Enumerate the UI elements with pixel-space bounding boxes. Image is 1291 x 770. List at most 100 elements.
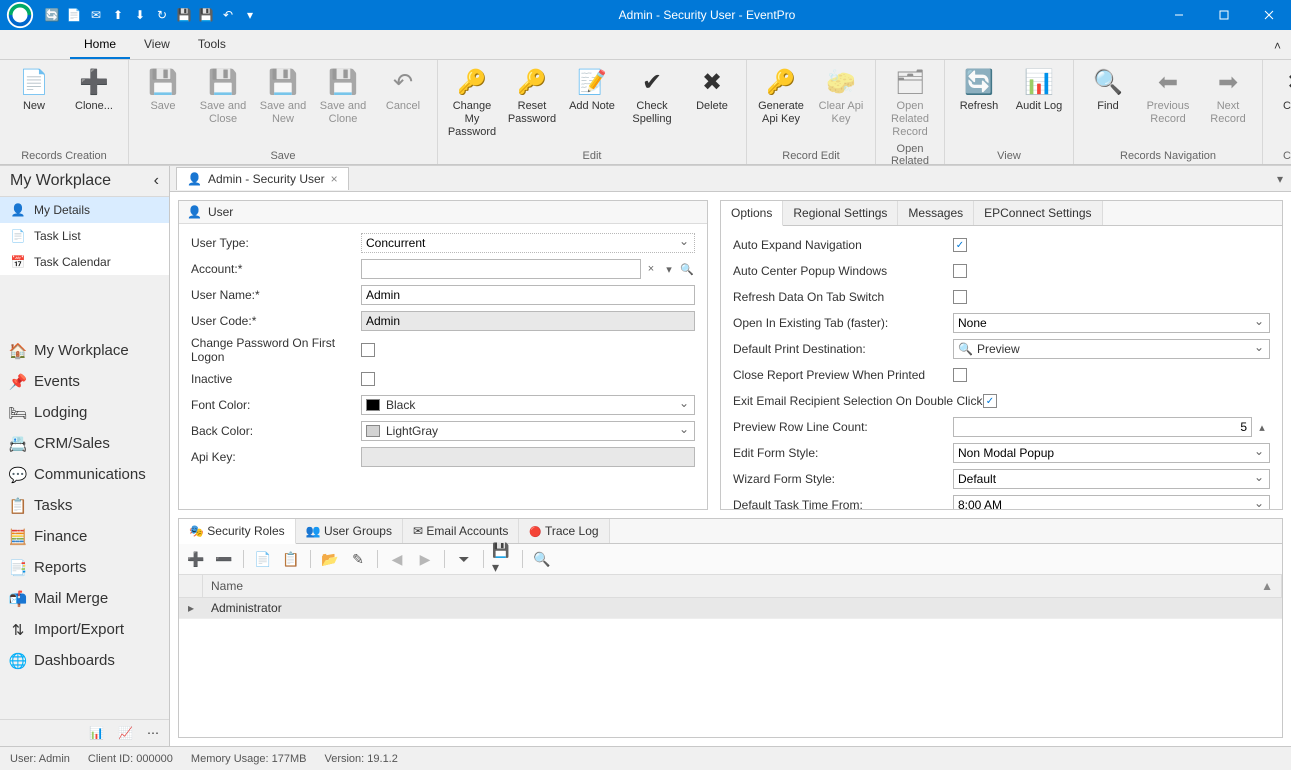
section-events[interactable]: 📌Events [0, 366, 169, 397]
doc-tab-admin-security-user[interactable]: Admin - Security User × [176, 167, 349, 190]
section-tasks[interactable]: 📋Tasks [0, 490, 169, 521]
tb-open-icon[interactable]: 📂 [319, 548, 341, 570]
tb-edit-icon[interactable]: ✎ [347, 548, 369, 570]
preview-count-label: Preview Row Line Count: [733, 420, 953, 434]
ribbon-add-note-button[interactable]: 📝Add Note [564, 64, 620, 115]
qat-down-icon[interactable]: ⬇ [132, 7, 148, 23]
tb-search-icon[interactable]: 🔍 [531, 548, 553, 570]
nav-my-details[interactable]: 👤My Details [0, 197, 169, 223]
status-version: Version: 19.1.2 [324, 753, 397, 765]
section-lodging[interactable]: 🛏Lodging [0, 397, 169, 428]
doc-tabs-dropdown-icon[interactable]: ▾ [1277, 172, 1291, 186]
detail-tab-trace-log[interactable]: Trace Log [519, 519, 609, 543]
find-icon: 🔍 [1092, 66, 1124, 98]
auto-expand-checkbox[interactable]: ✓ [953, 238, 967, 252]
nav-task-calendar[interactable]: 📅Task Calendar [0, 249, 169, 275]
qat-dropdown-icon[interactable]: ▾ [242, 7, 258, 23]
ribbon-change-my-password-button[interactable]: 🔑Change My Password [444, 64, 500, 141]
options-tab-epconnect-settings[interactable]: EPConnect Settings [974, 201, 1102, 225]
ribbon-delete-button[interactable]: ✖Delete [684, 64, 740, 115]
refresh-tab-checkbox[interactable] [953, 290, 967, 304]
wizard-form-select[interactable] [953, 469, 1270, 489]
change-pwd-checkbox[interactable] [361, 343, 375, 357]
status-bar: User: Admin Client ID: 000000 Memory Usa… [0, 746, 1291, 770]
font-color-select[interactable]: Black [361, 395, 695, 415]
nav-task-list[interactable]: 📄Task List [0, 223, 169, 249]
detail-tab-security-roles[interactable]: Security Roles [179, 519, 296, 544]
ribbon-new-button[interactable]: 📄New [6, 64, 62, 115]
exit-email-checkbox[interactable]: ✓ [983, 394, 997, 408]
stats-icon[interactable]: 📈 [118, 726, 133, 740]
spin-up-icon[interactable]: ▴ [1254, 419, 1270, 435]
chart-icon[interactable]: 📊 [89, 726, 104, 740]
account-input[interactable] [361, 259, 641, 279]
options-tab-regional-settings[interactable]: Regional Settings [783, 201, 898, 225]
grid-row[interactable]: ▸ Administrator [179, 598, 1282, 619]
back-color-select[interactable]: LightGray [361, 421, 695, 441]
section-reports[interactable]: 📑Reports [0, 552, 169, 583]
tb-filter-icon[interactable]: ⏷ [453, 548, 475, 570]
audit-log-icon: 📊 [1023, 66, 1055, 98]
account-dropdown-icon[interactable]: ▾ [661, 261, 677, 277]
account-lookup-icon[interactable]: 🔍 [679, 261, 695, 277]
maximize-button[interactable] [1201, 0, 1246, 30]
qat-refresh-icon[interactable]: 🔄 [44, 7, 60, 23]
qat-up-icon[interactable]: ⬆ [110, 7, 126, 23]
qat-mail-icon[interactable]: ✉ [88, 7, 104, 23]
edit-form-select[interactable] [953, 443, 1270, 463]
close-button[interactable] [1246, 0, 1291, 30]
preview-count-input[interactable] [953, 417, 1252, 437]
ribbon-refresh-button[interactable]: 🔄Refresh [951, 64, 1007, 115]
ribbon-audit-log-button[interactable]: 📊Audit Log [1011, 64, 1067, 115]
account-clear-icon[interactable]: × [643, 261, 659, 277]
ribbon-reset-password-button[interactable]: 🔑Reset Password [504, 64, 560, 128]
menu-view[interactable]: View [130, 31, 184, 59]
inactive-checkbox[interactable] [361, 372, 375, 386]
ribbon-clone--button[interactable]: ➕Clone... [66, 64, 122, 115]
section-mail-merge[interactable]: 📬Mail Merge [0, 583, 169, 614]
qat-save-icon[interactable]: 💾 [176, 7, 192, 23]
security-roles-icon [189, 524, 204, 538]
task-from-input[interactable] [953, 495, 1270, 509]
ribbon-collapse-icon[interactable]: ˄ [1264, 33, 1291, 59]
open-existing-select[interactable] [953, 313, 1270, 333]
menu-home[interactable]: Home [70, 31, 130, 59]
user-code-label: User Code:* [191, 314, 361, 328]
detail-tab-email-accounts[interactable]: Email Accounts [403, 519, 519, 543]
print-dest-select[interactable]: 🔍Preview [953, 339, 1270, 359]
tab-close-icon[interactable]: × [331, 172, 338, 186]
tb-remove-icon[interactable]: ➖ [213, 548, 235, 570]
section-communications[interactable]: 💬Communications [0, 459, 169, 490]
ribbon-find-button[interactable]: 🔍Find [1080, 64, 1136, 115]
tb-add-icon[interactable]: ➕ [185, 548, 207, 570]
ribbon-close-button[interactable]: ✖Close [1269, 64, 1291, 115]
more-icon[interactable]: ⋯ [147, 726, 159, 740]
section-crm-sales[interactable]: 📇CRM/Sales [0, 428, 169, 459]
section-finance[interactable]: 🧮Finance [0, 521, 169, 552]
auto-center-checkbox[interactable] [953, 264, 967, 278]
tb-export-icon[interactable]: 💾▾ [492, 548, 514, 570]
section-import-export[interactable]: ⇅Import/Export [0, 614, 169, 645]
close-preview-checkbox[interactable] [953, 368, 967, 382]
sidebar-collapse-icon[interactable]: ‹ [154, 172, 159, 190]
user-name-input[interactable] [361, 285, 695, 305]
grid-header-name[interactable]: Name▲ [203, 575, 1282, 597]
options-tab-messages[interactable]: Messages [898, 201, 974, 225]
options-panel: OptionsRegional SettingsMessagesEPConnec… [720, 200, 1283, 510]
qat-new-icon[interactable]: 📄 [66, 7, 82, 23]
qat-saveall-icon[interactable]: 💾 [198, 7, 214, 23]
minimize-button[interactable] [1156, 0, 1201, 30]
section-dashboards[interactable]: 🌐Dashboards [0, 645, 169, 676]
qat-undo-icon[interactable]: ↶ [220, 7, 236, 23]
user-type-select[interactable] [361, 233, 695, 253]
ribbon-generate-api-key-button[interactable]: 🔑Generate Api Key [753, 64, 809, 128]
detail-tab-user-groups[interactable]: User Groups [296, 519, 403, 543]
options-tab-options[interactable]: Options [721, 201, 783, 226]
tb-paste-icon[interactable]: 📋 [280, 548, 302, 570]
qat-reload-icon[interactable]: ↻ [154, 7, 170, 23]
menu-tools[interactable]: Tools [184, 31, 240, 59]
ribbon-check-spelling-button[interactable]: ✔Check Spelling [624, 64, 680, 128]
tb-copy-icon[interactable]: 📄 [252, 548, 274, 570]
api-key-label: Api Key: [191, 450, 361, 464]
section-my-workplace[interactable]: 🏠My Workplace [0, 335, 169, 366]
